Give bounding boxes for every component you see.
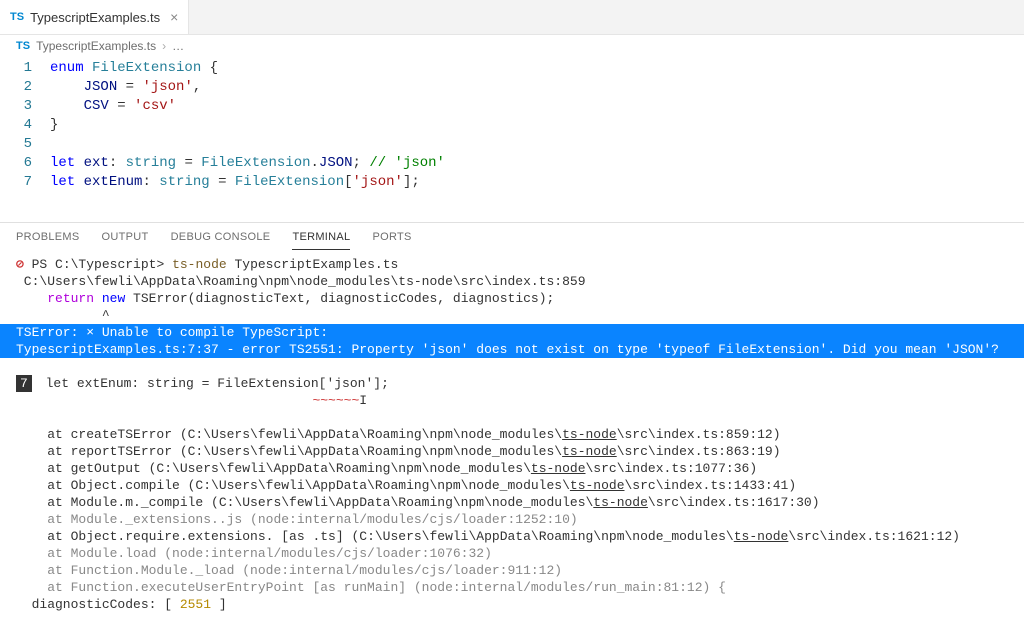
terminal-line: ^ xyxy=(16,307,1008,324)
terminal-line: TypescriptExamples.ts:7:37 - error TS255… xyxy=(0,341,1024,358)
code-line[interactable]: 2 JSON = 'json', xyxy=(0,78,1024,97)
terminal-line: at Object.require.extensions. [as .ts] (… xyxy=(16,528,1008,545)
terminal-line: at Module.load (node:internal/modules/cj… xyxy=(16,545,1008,562)
terminal-line: diagnosticCodes: [ 2551 ] xyxy=(16,596,1008,613)
line-number: 4 xyxy=(0,116,50,135)
terminal-line: ⊘ PS C:\Typescript> ts-node TypescriptEx… xyxy=(16,256,1008,273)
code-editor[interactable]: 1enum FileExtension {2 JSON = 'json',3 C… xyxy=(0,57,1024,202)
terminal-line: return new TSError(diagnosticText, diagn… xyxy=(16,290,1008,307)
line-number: 7 xyxy=(0,173,50,192)
code-text[interactable]: CSV = 'csv' xyxy=(50,97,1024,116)
terminal-line: at Object.compile (C:\Users\fewli\AppDat… xyxy=(16,477,1008,494)
breadcrumb[interactable]: TS TypescriptExamples.ts › … xyxy=(0,35,1024,57)
panel-tab-problems[interactable]: PROBLEMS xyxy=(16,231,80,250)
panel-tab-bar: PROBLEMS OUTPUT DEBUG CONSOLE TERMINAL PORTS xyxy=(0,222,1024,250)
terminal-line: at createTSError (C:\Users\fewli\AppData… xyxy=(16,426,1008,443)
line-number: 2 xyxy=(0,78,50,97)
code-text[interactable]: } xyxy=(50,116,1024,135)
code-line[interactable]: 7let extEnum: string = FileExtension['js… xyxy=(0,173,1024,192)
code-line[interactable]: 5 xyxy=(0,135,1024,154)
terminal-line: TSError: × Unable to compile TypeScript: xyxy=(0,324,1024,341)
terminal-line xyxy=(16,409,1008,426)
code-text[interactable] xyxy=(50,135,1024,154)
line-number: 5 xyxy=(0,135,50,154)
terminal-line: at Function.executeUserEntryPoint [as ru… xyxy=(16,579,1008,596)
terminal-line: ~~~~~~I xyxy=(16,392,1008,409)
breadcrumb-file[interactable]: TypescriptExamples.ts xyxy=(36,39,156,53)
terminal-line: at reportTSError (C:\Users\fewli\AppData… xyxy=(16,443,1008,460)
terminal-line: at Function.Module._load (node:internal/… xyxy=(16,562,1008,579)
line-number: 6 xyxy=(0,154,50,173)
chevron-right-icon: › xyxy=(162,39,166,53)
typescript-icon: TS xyxy=(16,40,30,52)
terminal-line xyxy=(16,358,1008,375)
terminal-panel[interactable]: ⊘ PS C:\Typescript> ts-node TypescriptEx… xyxy=(0,250,1024,623)
code-text[interactable]: JSON = 'json', xyxy=(50,78,1024,97)
code-line[interactable]: 4} xyxy=(0,116,1024,135)
panel-tab-output[interactable]: OUTPUT xyxy=(102,231,149,250)
breadcrumb-more[interactable]: … xyxy=(172,39,184,53)
code-text[interactable]: enum FileExtension { xyxy=(50,59,1024,78)
terminal-line: at Module.m._compile (C:\Users\fewli\App… xyxy=(16,494,1008,511)
error-code-line: 7 let extEnum: string = FileExtension['j… xyxy=(16,375,1008,392)
code-line[interactable]: 6let ext: string = FileExtension.JSON; /… xyxy=(0,154,1024,173)
error-highlight: TSError: × Unable to compile TypeScript:… xyxy=(0,324,1024,358)
close-icon[interactable]: × xyxy=(166,9,178,25)
typescript-icon: TS xyxy=(10,11,24,23)
terminal-line: at getOutput (C:\Users\fewli\AppData\Roa… xyxy=(16,460,1008,477)
code-line[interactable]: 1enum FileExtension { xyxy=(0,59,1024,78)
code-text[interactable]: let ext: string = FileExtension.JSON; //… xyxy=(50,154,1024,173)
code-text[interactable]: let extEnum: string = FileExtension['jso… xyxy=(50,173,1024,192)
line-number: 1 xyxy=(0,59,50,78)
panel-tab-ports[interactable]: PORTS xyxy=(372,231,411,250)
code-line[interactable]: 3 CSV = 'csv' xyxy=(0,97,1024,116)
panel-tab-debug-console[interactable]: DEBUG CONSOLE xyxy=(171,231,271,250)
line-number: 3 xyxy=(0,97,50,116)
panel-tab-terminal[interactable]: TERMINAL xyxy=(292,231,350,250)
editor-tab[interactable]: TS TypescriptExamples.ts × xyxy=(0,0,189,34)
tab-title: TypescriptExamples.ts xyxy=(30,10,160,25)
terminal-line: at Module._extensions..js (node:internal… xyxy=(16,511,1008,528)
tab-bar: TS TypescriptExamples.ts × xyxy=(0,0,1024,35)
terminal-line: C:\Users\fewli\AppData\Roaming\npm\node_… xyxy=(16,273,1008,290)
